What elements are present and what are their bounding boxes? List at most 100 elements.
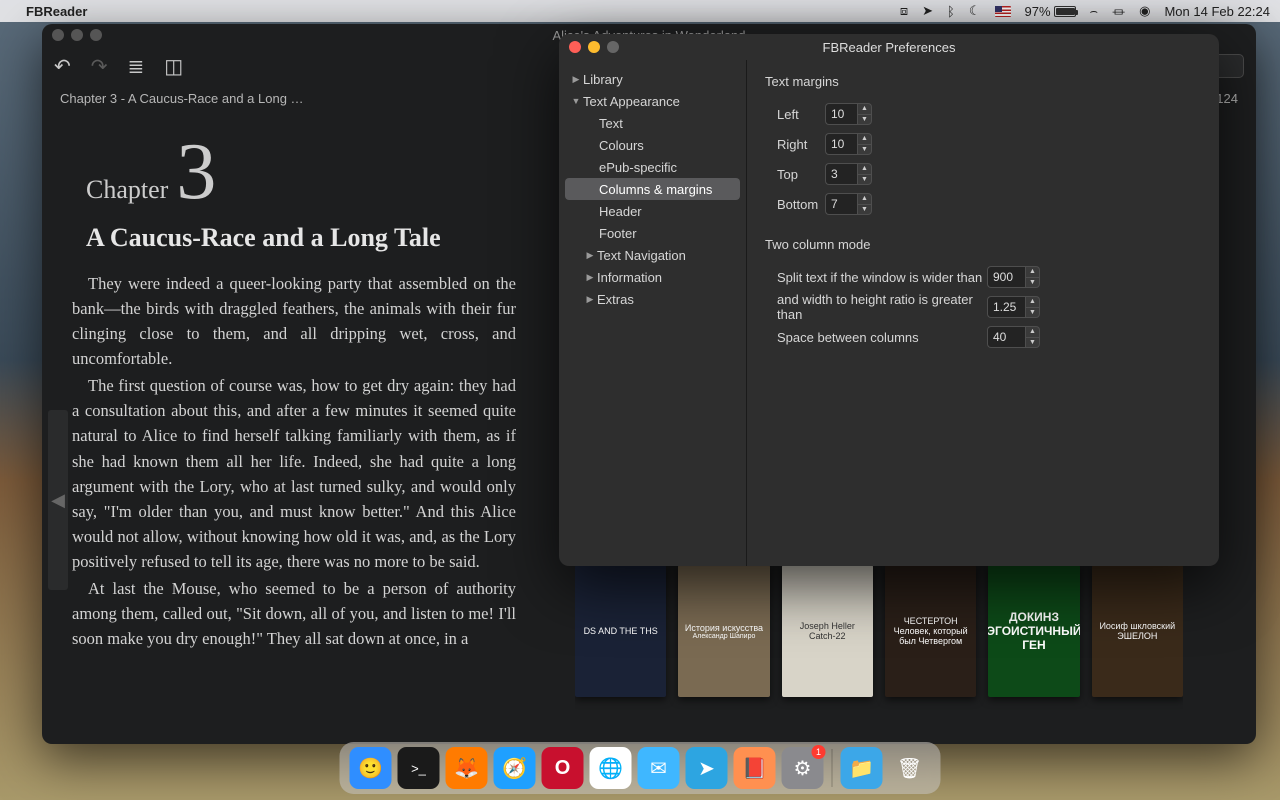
- control-center-icon[interactable]: ⏛: [1112, 2, 1125, 21]
- library-shelf: DS AND THE THS История искусстваАлександ…: [575, 565, 1183, 717]
- stepper-down-icon[interactable]: ▼: [857, 174, 872, 186]
- stepper-up-icon[interactable]: ▲: [1025, 296, 1040, 307]
- tree-item-information[interactable]: ▶Information: [565, 266, 740, 288]
- tree-item-epub[interactable]: ePub-specific: [565, 156, 740, 178]
- chevron-right-icon: ▶: [569, 74, 583, 85]
- wifi-icon[interactable]: ⌢: [1090, 3, 1099, 19]
- dock-app-chrome[interactable]: 🌐: [590, 747, 632, 789]
- battery-percent: 97%: [1025, 4, 1051, 19]
- stepper-up-icon[interactable]: ▲: [857, 103, 872, 114]
- margin-right-stepper[interactable]: ▲▼: [825, 133, 872, 155]
- stepper-up-icon[interactable]: ▲: [857, 163, 872, 174]
- dock-app-safari[interactable]: 🧭: [494, 747, 536, 789]
- prefs-titlebar[interactable]: FBReader Preferences: [559, 34, 1219, 60]
- menubar-app-name[interactable]: FBReader: [26, 4, 87, 19]
- split-width-label: Split text if the window is wider than: [765, 270, 987, 285]
- bluetooth-icon[interactable]: ᛒ: [947, 4, 955, 19]
- column-gap-label: Space between columns: [765, 330, 987, 345]
- book-cover[interactable]: Joseph HellerCatch-22: [782, 565, 873, 697]
- tree-item-header[interactable]: Header: [565, 200, 740, 222]
- stepper-down-icon[interactable]: ▼: [857, 114, 872, 126]
- section-title-margins: Text margins: [765, 74, 1201, 89]
- tree-item-columns-margins[interactable]: Columns & margins: [565, 178, 740, 200]
- dock-separator: [832, 749, 833, 787]
- dock: 🙂 >_ 🦊 🧭 O 🌐 ✉ ➤ 📕 ⚙1 📁 🗑: [340, 742, 941, 794]
- tree-item-colours[interactable]: Colours: [565, 134, 740, 156]
- margin-top-stepper[interactable]: ▲▼: [825, 163, 872, 185]
- toc-icon[interactable]: ≣: [128, 54, 145, 79]
- redo-icon[interactable]: ↷: [91, 54, 108, 79]
- moon-icon[interactable]: ☾: [969, 3, 981, 19]
- breadcrumb: Chapter 3 - A Caucus-Race and a Long …: [60, 91, 304, 106]
- paragraph: The first question of course was, how to…: [72, 373, 516, 574]
- tree-item-library[interactable]: ▶Library: [565, 68, 740, 90]
- margin-right-label: Right: [765, 137, 825, 152]
- prefs-pane: Text margins Left ▲▼ Right ▲▼ Top ▲▼ Bot…: [747, 60, 1219, 566]
- dock-app-finder[interactable]: 🙂: [350, 747, 392, 789]
- siri-icon[interactable]: ◉: [1139, 3, 1150, 19]
- margin-bottom-label: Bottom: [765, 197, 825, 212]
- bookmark-icon[interactable]: ◫: [164, 54, 183, 79]
- paragraph: At last the Mouse, who seemed to be a pe…: [72, 576, 516, 651]
- book-page: Chapter 3 A Caucus-Race and a Long Tale …: [72, 140, 516, 651]
- dock-app-firefox[interactable]: 🦊: [446, 747, 488, 789]
- undo-icon[interactable]: ↶: [54, 54, 71, 79]
- tree-item-text-navigation[interactable]: ▶Text Navigation: [565, 244, 740, 266]
- book-cover[interactable]: DS AND THE THS: [575, 565, 666, 697]
- chapter-label: Chapter: [86, 175, 168, 205]
- chapter-number: 3: [176, 140, 216, 204]
- menubar-clock[interactable]: Mon 14 Feb 22:24: [1164, 4, 1270, 19]
- stepper-up-icon[interactable]: ▲: [857, 133, 872, 144]
- section-title-two-column: Two column mode: [765, 237, 1201, 252]
- preferences-window: FBReader Preferences ▶Library ▼Text Appe…: [559, 34, 1219, 566]
- flag-icon[interactable]: [995, 6, 1011, 17]
- margin-left-stepper[interactable]: ▲▼: [825, 103, 872, 125]
- ratio-stepper[interactable]: ▲▼: [987, 296, 1040, 318]
- prefs-tree: ▶Library ▼Text Appearance Text Colours e…: [559, 60, 747, 566]
- stepper-up-icon[interactable]: ▲: [1025, 326, 1040, 337]
- chevron-right-icon: ▶: [583, 294, 597, 305]
- dropbox-icon[interactable]: ⧈: [900, 3, 908, 19]
- dock-app-terminal[interactable]: >_: [398, 747, 440, 789]
- stepper-down-icon[interactable]: ▼: [857, 204, 872, 216]
- chevron-right-icon: ▶: [583, 250, 597, 261]
- margin-left-label: Left: [765, 107, 825, 122]
- dock-app-downloads[interactable]: 📁: [841, 747, 883, 789]
- margin-bottom-stepper[interactable]: ▲▼: [825, 193, 872, 215]
- prefs-window-title: FBReader Preferences: [823, 40, 956, 55]
- window-controls[interactable]: [52, 29, 102, 41]
- dock-app-telegram[interactable]: ➤: [686, 747, 728, 789]
- dock-app-settings[interactable]: ⚙1: [782, 747, 824, 789]
- paragraph: They were indeed a queer-looking party t…: [72, 271, 516, 371]
- dock-app-trash[interactable]: 🗑: [889, 747, 931, 789]
- window-controls[interactable]: [569, 41, 619, 53]
- chevron-right-icon: ▶: [583, 272, 597, 283]
- column-gap-stepper[interactable]: ▲▼: [987, 326, 1040, 348]
- tree-item-text-appearance[interactable]: ▼Text Appearance: [565, 90, 740, 112]
- tree-item-text[interactable]: Text: [565, 112, 740, 134]
- tree-item-extras[interactable]: ▶Extras: [565, 288, 740, 310]
- dock-app-books[interactable]: 📕: [734, 747, 776, 789]
- battery-indicator[interactable]: 97%: [1025, 4, 1076, 19]
- dock-app-mail[interactable]: ✉: [638, 747, 680, 789]
- margin-top-label: Top: [765, 167, 825, 182]
- macos-menubar: FBReader ⧈ ➤ ᛒ ☾ 97% ⌢ ⏛ ◉ Mon 14 Feb 22…: [0, 0, 1280, 22]
- telegram-icon[interactable]: ➤: [922, 3, 933, 19]
- stepper-down-icon[interactable]: ▼: [1025, 337, 1040, 349]
- chapter-title: A Caucus-Race and a Long Tale: [86, 223, 516, 253]
- stepper-down-icon[interactable]: ▼: [857, 144, 872, 156]
- chevron-down-icon: ▼: [569, 96, 583, 106]
- split-width-stepper[interactable]: ▲▼: [987, 266, 1040, 288]
- book-cover[interactable]: ЧЕСТЕРТОН Человек, который был Четвергом: [885, 565, 976, 697]
- notification-badge: 1: [812, 745, 826, 759]
- prev-page-button[interactable]: ◀: [48, 410, 68, 590]
- book-cover[interactable]: История искусстваАлександр Шапиро: [678, 565, 769, 697]
- dock-app-opera[interactable]: O: [542, 747, 584, 789]
- book-cover[interactable]: Иосиф шкловский ЭШЕЛОН: [1092, 565, 1183, 697]
- stepper-down-icon[interactable]: ▼: [1025, 277, 1040, 289]
- tree-item-footer[interactable]: Footer: [565, 222, 740, 244]
- book-cover[interactable]: ДОКИНЗ ЭГОИСТИЧНЫЙ ГЕН: [988, 565, 1079, 697]
- stepper-up-icon[interactable]: ▲: [1025, 266, 1040, 277]
- stepper-down-icon[interactable]: ▼: [1025, 307, 1040, 319]
- stepper-up-icon[interactable]: ▲: [857, 193, 872, 204]
